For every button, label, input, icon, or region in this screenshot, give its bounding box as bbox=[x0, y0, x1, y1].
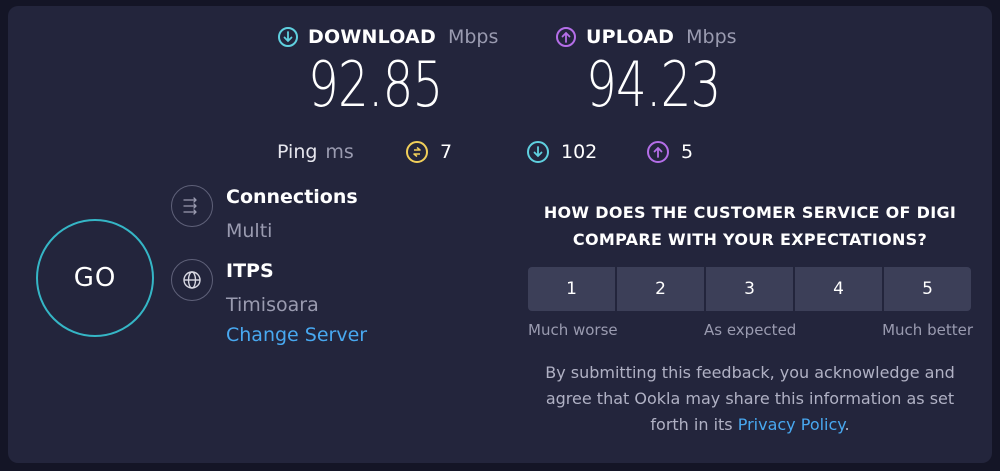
go-button[interactable]: GO bbox=[36, 219, 154, 337]
download-label: DOWNLOAD bbox=[308, 26, 436, 48]
globe-icon bbox=[171, 259, 213, 301]
change-server-link[interactable]: Change Server bbox=[226, 324, 367, 346]
connections-title: Connections bbox=[226, 186, 358, 208]
ping-download-value: 102 bbox=[561, 141, 598, 163]
ping-label: Ping bbox=[277, 141, 318, 163]
ping-download: 102 bbox=[527, 141, 597, 163]
scale-label-mid: As expected bbox=[704, 321, 797, 339]
download-header: DOWNLOAD Mbps bbox=[278, 25, 498, 49]
disclaimer-line3: forth in its Privacy Policy. bbox=[528, 412, 972, 438]
connections-icon bbox=[171, 185, 213, 227]
upload-value: 94.23 bbox=[586, 48, 721, 121]
feedback-disclaimer: By submitting this feedback, you acknowl… bbox=[528, 360, 972, 438]
survey-question-line2: COMPARE WITH YOUR EXPECTATIONS? bbox=[572, 230, 928, 249]
scale-label-low: Much worse bbox=[528, 321, 618, 339]
ping-unit: ms bbox=[325, 141, 354, 163]
scale-label-high: Much better bbox=[882, 321, 973, 339]
upload-arrow-icon bbox=[556, 27, 576, 47]
upload-latency-icon bbox=[647, 141, 669, 163]
download-latency-icon bbox=[527, 141, 549, 163]
rating-option-3[interactable]: 3 bbox=[706, 267, 793, 311]
ping-idle-value: 7 bbox=[440, 141, 453, 163]
idle-latency-icon bbox=[406, 141, 428, 163]
upload-header: UPLOAD Mbps bbox=[556, 25, 737, 49]
ping-idle: 7 bbox=[406, 141, 452, 163]
disclaimer-line3-text: forth in its bbox=[650, 415, 738, 434]
ping-upload-value: 5 bbox=[681, 141, 694, 163]
download-unit: Mbps bbox=[447, 26, 499, 48]
ping-upload: 5 bbox=[647, 141, 693, 163]
rating-options: 1 2 3 4 5 bbox=[528, 267, 971, 311]
upload-unit: Mbps bbox=[686, 26, 737, 48]
connections-value: Multi bbox=[226, 220, 273, 242]
disclaimer-line1: By submitting this feedback, you acknowl… bbox=[545, 363, 955, 382]
server-name: ITPS bbox=[226, 260, 274, 282]
rating-option-5[interactable]: 5 bbox=[884, 267, 971, 311]
ping-row: Ping ms bbox=[277, 141, 354, 163]
download-arrow-icon bbox=[278, 27, 298, 47]
upload-label: UPLOAD bbox=[586, 26, 675, 48]
download-value: 92.85 bbox=[308, 48, 443, 121]
rating-option-1[interactable]: 1 bbox=[528, 267, 615, 311]
disclaimer-period: . bbox=[844, 415, 850, 434]
rating-option-4[interactable]: 4 bbox=[795, 267, 882, 311]
survey-question-line1: HOW DOES THE CUSTOMER SERVICE OF DIGI bbox=[543, 203, 957, 222]
server-location: Timisoara bbox=[226, 294, 319, 316]
rating-option-2[interactable]: 2 bbox=[617, 267, 704, 311]
privacy-policy-link[interactable]: Privacy Policy bbox=[738, 415, 845, 434]
disclaimer-line2: agree that Ookla may share this informat… bbox=[545, 389, 955, 408]
survey-question: HOW DOES THE CUSTOMER SERVICE OF DIGI CO… bbox=[528, 199, 972, 253]
